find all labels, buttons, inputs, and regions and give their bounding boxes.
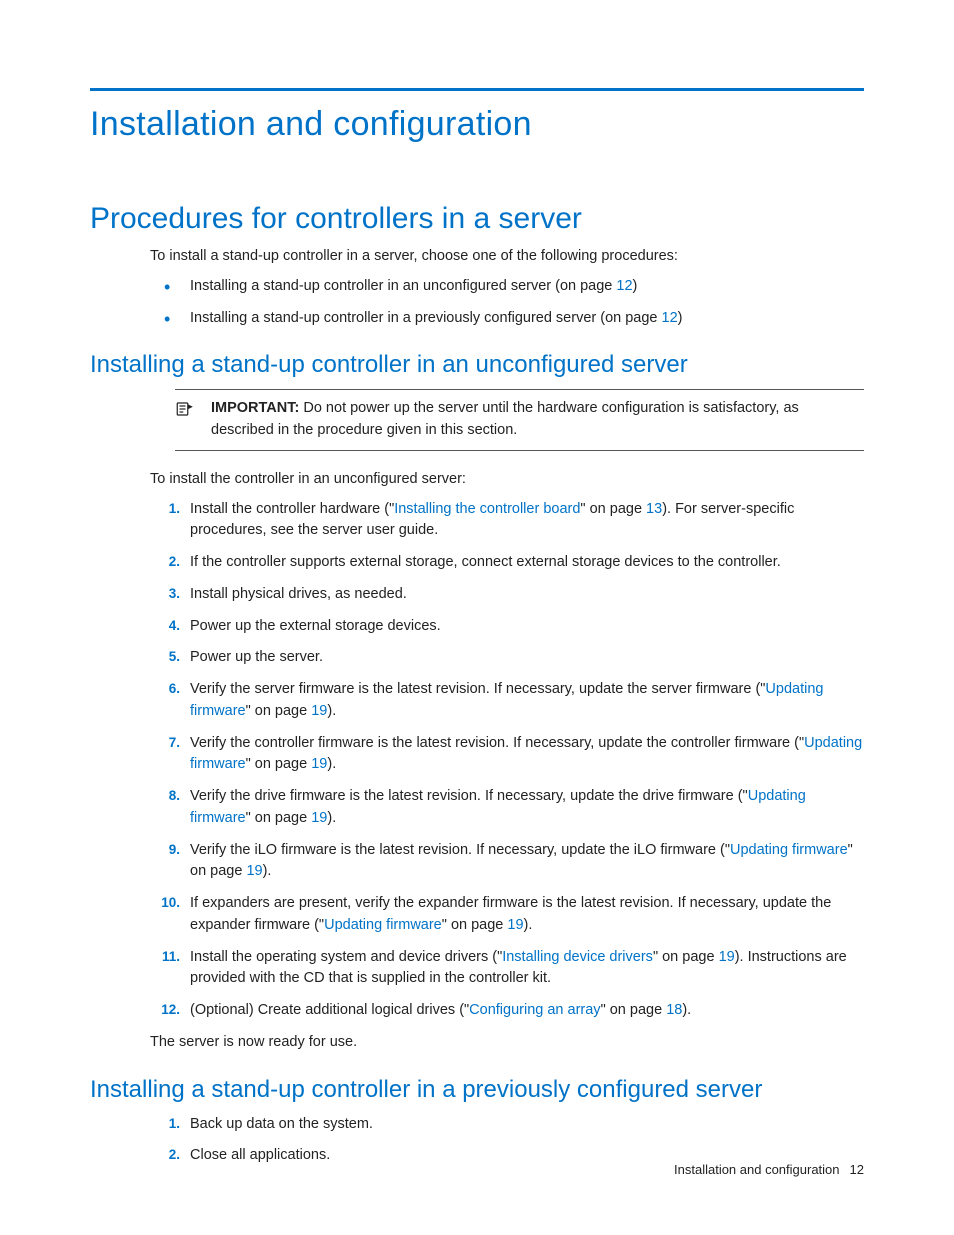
- list-item: Install physical drives, as needed.: [150, 584, 864, 606]
- list-item: Back up data on the system.: [150, 1114, 864, 1136]
- page-link[interactable]: 18: [666, 1002, 682, 1018]
- list-item: Verify the iLO firmware is the latest re…: [150, 840, 864, 884]
- list-item: Install the controller hardware ("Instal…: [150, 499, 864, 543]
- text: Do not power up the server until the har…: [211, 400, 799, 438]
- cross-ref-link[interactable]: Updating firmware: [730, 842, 848, 858]
- footer-page-number: 12: [850, 1162, 864, 1177]
- text: Verify the iLO firmware is the latest re…: [190, 842, 730, 858]
- intro-text: To install a stand-up controller in a se…: [150, 246, 864, 268]
- list-item: Verify the server firmware is the latest…: [150, 679, 864, 723]
- text: ).: [327, 756, 336, 772]
- text: " on page: [246, 810, 312, 826]
- page-link[interactable]: 19: [311, 810, 327, 826]
- cross-ref-link[interactable]: Installing the controller board: [394, 501, 580, 517]
- important-icon: [175, 398, 195, 442]
- text: ): [678, 310, 683, 326]
- heading-3: Installing a stand-up controller in an u…: [90, 351, 864, 379]
- text: Verify the controller firmware is the la…: [190, 735, 804, 751]
- page-link[interactable]: 12: [616, 278, 632, 294]
- list-item: Verify the drive firmware is the latest …: [150, 786, 864, 830]
- list-item: Power up the server.: [150, 647, 864, 669]
- list-item: Install the operating system and device …: [150, 947, 864, 991]
- page-link[interactable]: 12: [662, 310, 678, 326]
- text: Verify the drive firmware is the latest …: [190, 788, 748, 804]
- text: ).: [682, 1002, 691, 1018]
- numbered-list-2: Back up data on the system. Close all ap…: [150, 1114, 864, 1168]
- text: ).: [327, 703, 336, 719]
- text: " on page: [246, 703, 312, 719]
- page-link[interactable]: 19: [311, 756, 327, 772]
- important-label: IMPORTANT:: [211, 400, 299, 416]
- text: " on page: [580, 501, 646, 517]
- bullet-item: Installing a stand-up controller in a pr…: [150, 308, 864, 330]
- bullet-list: Installing a stand-up controller in an u…: [150, 276, 864, 330]
- page-link[interactable]: 19: [507, 917, 523, 933]
- text: ).: [524, 917, 533, 933]
- text: " on page: [442, 917, 508, 933]
- cross-ref-link[interactable]: Installing device drivers: [502, 949, 653, 965]
- text: Installing a stand-up controller in a pr…: [190, 310, 662, 326]
- intro-text-2: To install the controller in an unconfig…: [150, 469, 864, 491]
- list-item: If expanders are present, verify the exp…: [150, 893, 864, 937]
- text: Install the controller hardware (": [190, 501, 394, 517]
- text: Install the operating system and device …: [190, 949, 502, 965]
- text: " on page: [601, 1002, 667, 1018]
- important-callout: IMPORTANT: Do not power up the server un…: [175, 389, 864, 451]
- text: ): [633, 278, 638, 294]
- cross-ref-link[interactable]: Configuring an array: [469, 1002, 600, 1018]
- heading-2: Procedures for controllers in a server: [90, 202, 864, 236]
- top-rule: [90, 88, 864, 91]
- important-text: IMPORTANT: Do not power up the server un…: [211, 398, 864, 442]
- page-link[interactable]: 13: [646, 501, 662, 517]
- heading-1: Installation and configuration: [90, 105, 864, 144]
- page-link[interactable]: 19: [311, 703, 327, 719]
- list-item: (Optional) Create additional logical dri…: [150, 1000, 864, 1022]
- text: ).: [327, 810, 336, 826]
- list-item: Verify the controller firmware is the la…: [150, 733, 864, 777]
- text: Installing a stand-up controller in an u…: [190, 278, 616, 294]
- text: (Optional) Create additional logical dri…: [190, 1002, 469, 1018]
- list-item: If the controller supports external stor…: [150, 552, 864, 574]
- page-footer: Installation and configuration 12: [674, 1162, 864, 1177]
- text: " on page: [653, 949, 719, 965]
- page-link[interactable]: 19: [246, 863, 262, 879]
- page-link[interactable]: 19: [719, 949, 735, 965]
- list-item: Power up the external storage devices.: [150, 616, 864, 638]
- numbered-list: Install the controller hardware ("Instal…: [150, 499, 864, 1022]
- text: ).: [263, 863, 272, 879]
- outro-text: The server is now ready for use.: [150, 1032, 864, 1054]
- footer-text: Installation and configuration: [674, 1162, 840, 1177]
- text: " on page: [246, 756, 312, 772]
- cross-ref-link[interactable]: Updating firmware: [324, 917, 442, 933]
- bullet-item: Installing a stand-up controller in an u…: [150, 276, 864, 298]
- heading-3: Installing a stand-up controller in a pr…: [90, 1076, 864, 1104]
- text: Verify the server firmware is the latest…: [190, 681, 765, 697]
